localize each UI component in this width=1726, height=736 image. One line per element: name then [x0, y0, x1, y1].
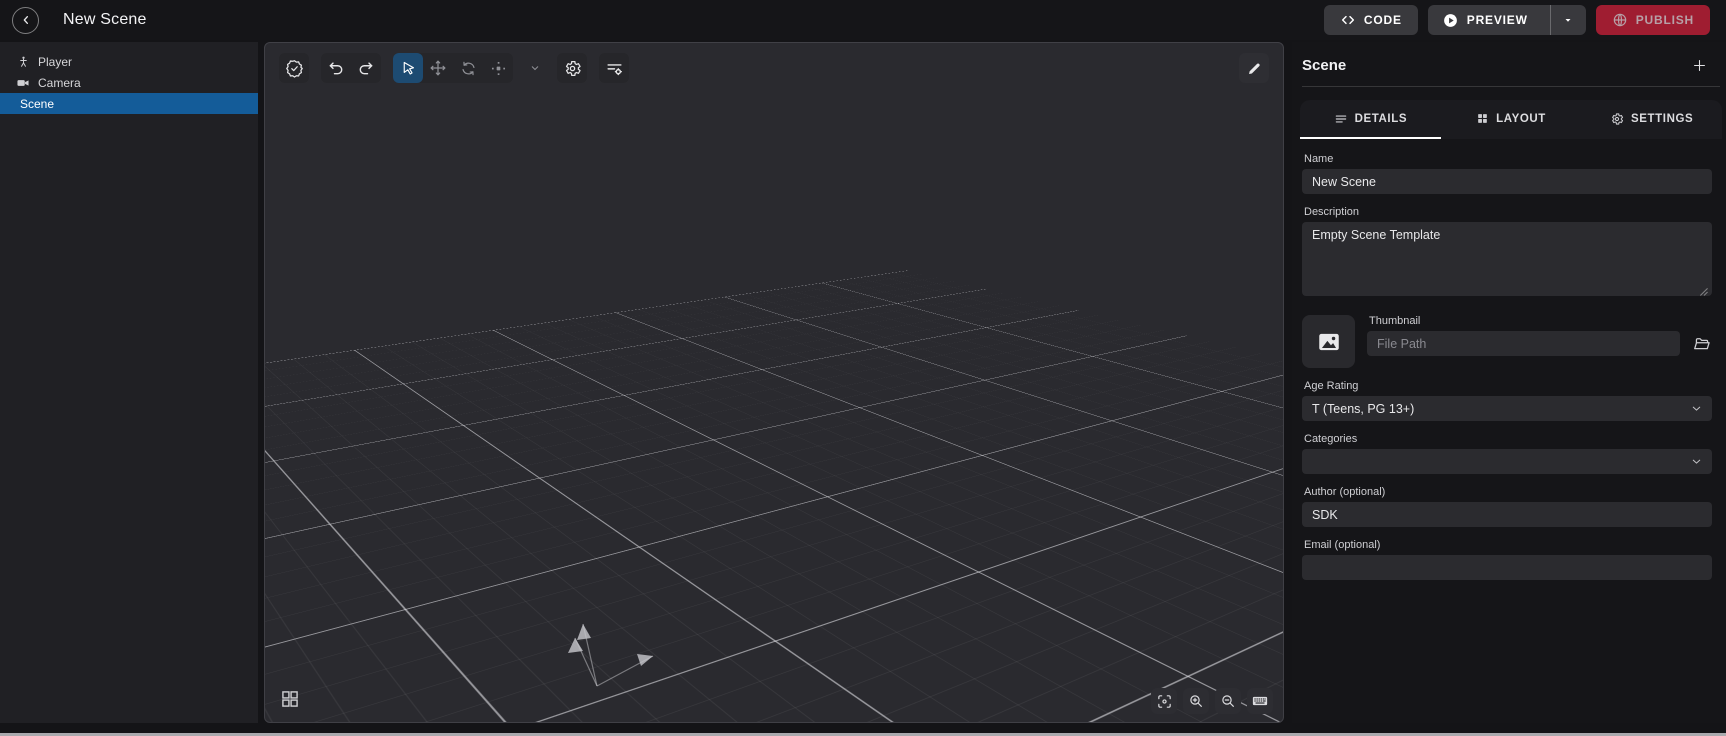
select-cursor-icon	[400, 60, 417, 77]
rotate-icon	[460, 60, 477, 77]
main-area: Player Camera Scene	[0, 42, 1726, 723]
code-button[interactable]: CODE	[1324, 5, 1418, 35]
plus-icon	[1691, 57, 1708, 74]
preview-button[interactable]: PREVIEW	[1428, 5, 1542, 35]
author-label: Author (optional)	[1304, 486, 1712, 498]
inspector-title: Scene	[1302, 57, 1346, 74]
grid-icon	[280, 689, 300, 709]
publish-button[interactable]: PUBLISH	[1596, 5, 1710, 35]
undo-button[interactable]	[321, 53, 351, 83]
player-icon	[16, 55, 30, 69]
name-label: Name	[1304, 153, 1712, 165]
folder-open-icon	[1692, 334, 1711, 353]
scale-icon	[490, 60, 507, 77]
edit-scene-button[interactable]	[1239, 53, 1269, 83]
globe-icon	[1612, 12, 1628, 28]
zoom-out-icon	[1220, 693, 1236, 709]
code-icon	[1340, 12, 1356, 28]
hierarchy-sidebar: Player Camera Scene	[0, 42, 258, 723]
top-bar: New Scene CODE PREVIEW	[0, 0, 1726, 40]
divider	[1302, 86, 1720, 87]
play-circle-icon	[1442, 12, 1459, 29]
add-button[interactable]	[1688, 54, 1710, 76]
viewport[interactable]	[264, 42, 1284, 723]
move-icon	[429, 59, 447, 77]
email-label: Email (optional)	[1304, 539, 1712, 551]
zoom-in-icon	[1188, 693, 1204, 709]
grid-toggle-button[interactable]	[277, 686, 303, 712]
thumbnail-path-input[interactable]	[1367, 331, 1680, 356]
move-tool-button[interactable]	[423, 53, 453, 83]
redo-icon	[357, 59, 375, 77]
badge-check-button[interactable]	[279, 53, 309, 83]
inspector-tabs: DETAILS LAYOUT SETTINGS	[1300, 100, 1722, 139]
grid-icon	[1476, 112, 1489, 125]
tree-item-player[interactable]: Player	[0, 51, 258, 72]
thumbnail-label: Thumbnail	[1369, 315, 1712, 327]
chevron-down-icon	[529, 62, 541, 74]
keyboard-shortcuts-button[interactable]	[1247, 688, 1273, 714]
pencil-icon	[1246, 60, 1263, 77]
preview-split-button: PREVIEW	[1428, 5, 1586, 35]
gear-icon	[563, 59, 582, 78]
tab-layout[interactable]: LAYOUT	[1441, 100, 1582, 139]
tree-item-camera[interactable]: Camera	[0, 72, 258, 93]
focus-camera-button[interactable]	[1151, 688, 1177, 714]
back-chevron-icon	[18, 12, 34, 28]
details-form: Name Description Empty Scene Template Th…	[1300, 139, 1722, 580]
axis-gizmo	[535, 598, 695, 698]
zoom-in-button[interactable]	[1183, 688, 1209, 714]
camera-icon	[16, 76, 30, 90]
chevron-down-icon	[1690, 455, 1703, 468]
tool-more-button[interactable]	[525, 53, 545, 83]
preview-dropdown-button[interactable]	[1550, 5, 1586, 35]
redo-button[interactable]	[351, 53, 381, 83]
list-lines-icon	[1334, 112, 1348, 126]
browse-folder-button[interactable]	[1690, 333, 1712, 355]
name-input[interactable]	[1302, 169, 1712, 194]
tab-details[interactable]: DETAILS	[1300, 100, 1441, 139]
description-label: Description	[1304, 206, 1712, 218]
tree-item-scene[interactable]: Scene	[0, 93, 258, 114]
age-rating-label: Age Rating	[1304, 380, 1712, 392]
categories-select[interactable]	[1302, 449, 1712, 474]
gear-icon	[1610, 112, 1624, 126]
chevron-down-icon	[1690, 402, 1703, 415]
caret-down-icon	[1562, 14, 1574, 26]
list-settings-icon	[605, 59, 624, 78]
topbar-actions: CODE PREVIEW PUBLISH	[1324, 5, 1710, 35]
render-options-button[interactable]	[599, 53, 629, 83]
categories-label: Categories	[1304, 433, 1712, 445]
undo-icon	[327, 59, 345, 77]
inspector-panel: Scene DETAILS LAYOUT	[1292, 42, 1726, 723]
description-textarea[interactable]: Empty Scene Template	[1302, 222, 1712, 296]
email-input[interactable]	[1302, 555, 1712, 580]
zoom-out-button[interactable]	[1215, 688, 1241, 714]
viewport-toolbar	[279, 53, 629, 83]
rotate-tool-button[interactable]	[453, 53, 483, 83]
select-tool-button[interactable]	[393, 53, 423, 83]
image-icon	[1316, 329, 1342, 355]
age-rating-select[interactable]: T (Teens, PG 13+)	[1302, 396, 1712, 421]
viewport-settings-button[interactable]	[557, 53, 587, 83]
thumbnail-preview[interactable]	[1302, 315, 1355, 368]
focus-icon	[1156, 693, 1173, 710]
tab-settings[interactable]: SETTINGS	[1581, 100, 1722, 139]
scale-tool-button[interactable]	[483, 53, 513, 83]
page-title: New Scene	[63, 11, 147, 29]
keyboard-icon	[1251, 692, 1269, 710]
ground-grid	[264, 42, 1284, 723]
author-input[interactable]	[1302, 502, 1712, 527]
back-button[interactable]	[12, 7, 39, 34]
badge-check-icon	[285, 59, 304, 78]
